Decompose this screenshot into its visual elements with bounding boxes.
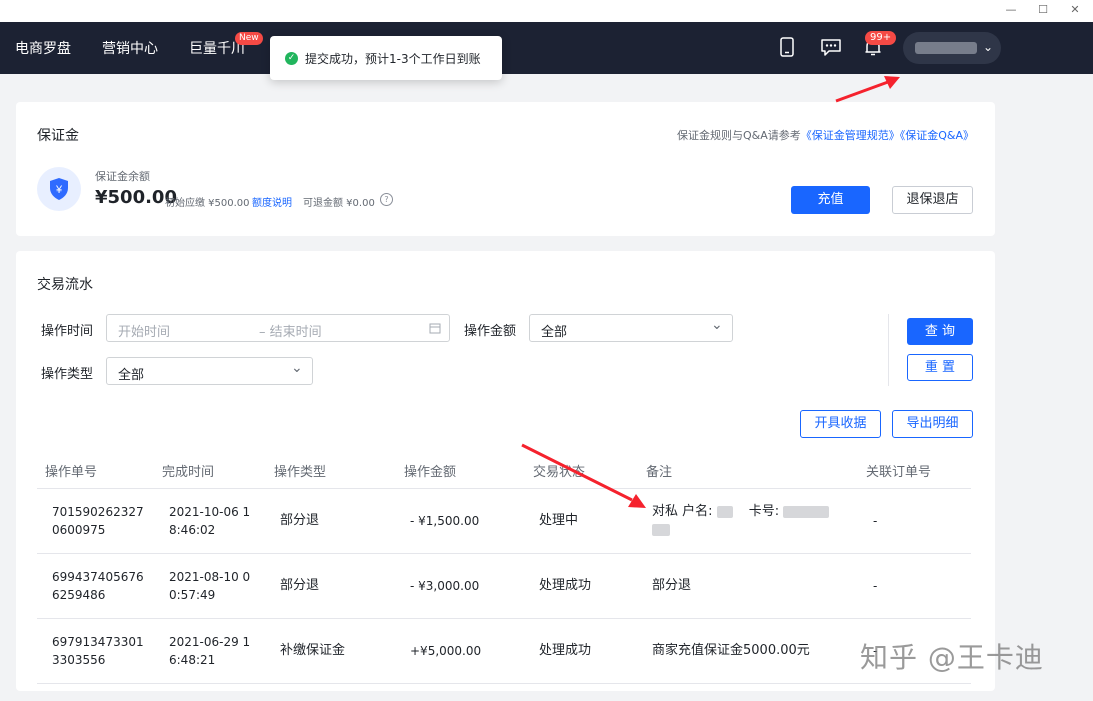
export-details-button[interactable]: 导出明细 [892,410,973,438]
deposit-card [16,102,995,236]
col-order-id: 操作单号 [45,465,98,480]
col-note: 备注 [646,465,673,480]
table-divider [37,683,971,684]
type-select-value: 全部 [118,368,145,383]
redacted-name [716,505,733,518]
nav-item-marketing[interactable]: 营销中心 [102,38,158,58]
amount: - ¥1,500.00 [410,514,480,528]
nav-item-compass[interactable]: 电商罗盘 [15,38,71,58]
watermark: 知乎 @王卡迪 [860,641,1044,674]
maximize-icon[interactable]: ☐ [1035,2,1051,18]
amount-select[interactable]: 全部 ⌄ [529,314,733,342]
user-menu[interactable]: ⌄ [903,32,1001,64]
note: 部分退 [652,578,692,593]
type-filter-label: 操作类型 [41,367,94,382]
rules-link-policy[interactable]: 《保证金管理规范》 [801,129,900,142]
initial-due: 初始应缴 ¥500.00 [165,198,250,209]
col-complete-time: 完成时间 [162,465,215,480]
amount-filter-label: 操作金额 [464,324,517,339]
annotation-arrow-user [835,76,900,103]
order-id: 697913473301 3303556 [52,635,144,667]
transactions-title: 交易流水 [37,277,93,293]
table-divider [37,488,971,489]
related-order: - [873,579,878,593]
status: 处理成功 [539,643,592,658]
note: 对私 户名: 卡号: [652,503,830,539]
window-title-bar: — ☐ ✕ [0,0,1093,22]
time-filter-label: 操作时间 [41,324,94,339]
username-redacted [915,42,977,54]
date-range-picker[interactable]: 开始时间 – 结束时间 [106,314,450,342]
col-amount: 操作金额 [404,465,457,480]
table-divider [37,553,971,554]
success-toast: ✓ 提交成功，预计1-3个工作日到账 [270,36,502,80]
chevron-down-icon: ⌄ [711,317,723,333]
new-badge: New [235,32,263,45]
check-circle-icon: ✓ [285,52,298,65]
rules-prefix: 保证金规则与Q&A请参考 [677,129,801,142]
toast-message: 提交成功，预计1-3个工作日到账 [305,52,481,66]
deposit-title: 保证金 [37,128,79,144]
close-icon[interactable]: ✕ [1067,2,1083,18]
deposit-icon-bg: ¥ [37,167,81,211]
order-id: 699437405676 6259486 [52,570,144,602]
order-id: 701590262327 0600975 [52,505,144,537]
refund-shop-button[interactable]: 退保退店 [892,186,973,214]
start-date-input[interactable]: 开始时间 [118,321,170,340]
reset-button[interactable]: 重 置 [907,354,973,381]
note: 商家充值保证金5000.00元 [652,643,810,658]
related-order: - [873,514,878,528]
filter-divider [888,314,889,386]
amount: - ¥3,000.00 [410,579,480,593]
help-icon[interactable]: ? [380,193,393,206]
svg-text:¥: ¥ [55,184,63,196]
balance-label: 保证金余额 [95,170,150,183]
issue-receipt-button[interactable]: 开具收据 [800,410,881,438]
col-op-type: 操作类型 [274,465,327,480]
query-button[interactable]: 查 询 [907,318,973,345]
op-type: 部分退 [280,578,320,593]
refundable-amount: 可退金额 ¥0.00 [303,198,375,209]
shield-yen-icon: ¥ [50,178,68,200]
notification-count-badge: 99+ [865,31,897,45]
col-related-order: 关联订单号 [866,465,932,480]
status: 处理成功 [539,578,592,593]
amount: +¥5,000.00 [410,644,482,658]
type-select[interactable]: 全部 ⌄ [106,357,313,385]
redacted-extra [652,523,670,536]
op-type: 部分退 [280,513,320,528]
message-icon[interactable] [820,38,842,56]
complete-time: 2021-08-10 0 0:57:49 [169,570,251,602]
quota-link[interactable]: 额度说明 [252,194,292,209]
col-status: 交易状态 [533,465,586,480]
chevron-down-icon: ⌄ [983,40,994,54]
minimize-icon[interactable]: — [1003,2,1019,18]
op-type: 补缴保证金 [280,643,346,658]
amount-select-value: 全部 [541,325,568,340]
calendar-icon [429,323,441,334]
redacted-card [783,505,830,518]
deposit-rules: 保证金规则与Q&A请参考《保证金管理规范》《保证金Q&A》 [677,127,974,143]
rules-link-qa[interactable]: 《保证金Q&A》 [900,129,974,142]
chevron-down-icon: ⌄ [291,360,303,376]
mobile-icon[interactable] [779,37,795,57]
end-date-input[interactable]: – 结束时间 [259,321,322,340]
complete-time: 2021-10-06 1 8:46:02 [169,505,251,537]
complete-time: 2021-06-29 1 6:48:21 [169,635,251,667]
recharge-button[interactable]: 充值 [791,186,870,214]
status: 处理中 [539,513,579,528]
table-divider [37,618,971,619]
